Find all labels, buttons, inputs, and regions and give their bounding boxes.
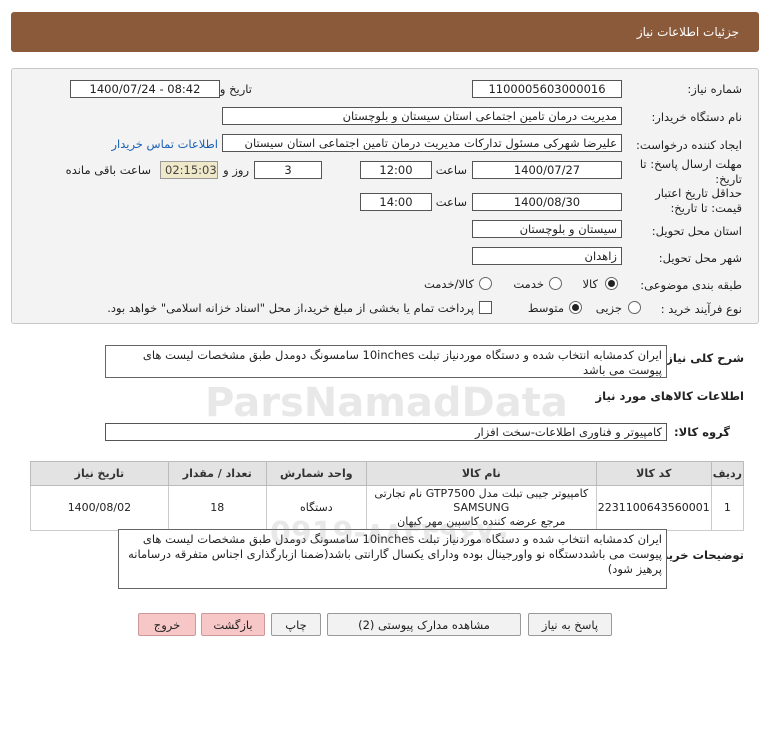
city-label: شهر محل تحویل:: [658, 251, 742, 265]
process-option-medium: متوسط: [527, 301, 564, 315]
process-option-minor: جزیی: [595, 301, 622, 315]
goods-section-title: اطلاعات کالاهای مورد نیاز: [595, 389, 744, 403]
days-label: روز و: [223, 163, 249, 177]
category-option-goods-service: کالا/خدمت: [423, 277, 474, 291]
back-button[interactable]: بازگشت: [201, 613, 265, 636]
col-code: کد کالا: [595, 461, 712, 486]
table-row: 1 2231100643560001 کامپیوتر جیبی تبلت مد…: [30, 485, 745, 531]
category-radio-goods[interactable]: [605, 277, 618, 290]
creator-label: ایجاد کننده درخواست:: [636, 138, 742, 152]
page-title: جزئیات اطلاعات نیاز: [636, 25, 739, 39]
validity-time-label: ساعت: [435, 195, 467, 209]
reply-deadline-label: مهلت ارسال پاسخ: تا تاریخ:: [639, 157, 742, 186]
buyer-label: نام دستگاه خریدار:: [651, 110, 742, 124]
validity-date-field: 1400/08/30: [472, 193, 622, 211]
category-radio-goods-service[interactable]: [479, 277, 492, 290]
category-option-goods: کالا: [582, 277, 598, 291]
cell-code: 2231100643560001: [595, 485, 712, 531]
col-name: نام کالا: [365, 461, 597, 486]
view-attachments-button[interactable]: مشاهده مدارک پیوستی (2): [327, 613, 521, 636]
city-field: زاهدان: [472, 247, 622, 265]
remaining-time-field: 02:15:03: [160, 161, 218, 179]
remaining-time-label: ساعت باقی مانده: [65, 163, 151, 177]
validity-time-field: 14:00: [360, 193, 432, 211]
buyer-field: مدیریت درمان تامین اجتماعی استان سیستان …: [222, 107, 622, 125]
col-date: تاریخ نیاز: [30, 461, 169, 486]
days-remaining-field: 3: [254, 161, 322, 179]
page-header: جزئیات اطلاعات نیاز: [11, 12, 759, 52]
category-label: طبقه بندی موضوعی:: [640, 278, 742, 292]
process-radio-medium[interactable]: [569, 301, 582, 314]
cell-name-line1: کامپیوتر جیبی تبلت مدل GTP7500 نام تجارت…: [374, 487, 589, 514]
cell-qty: 18: [167, 485, 267, 531]
category-option-service: خدمت: [513, 277, 544, 291]
province-field: سیستان و بلوچستان: [472, 220, 622, 238]
goods-group-field: کامپیوتر و فناوری اطلاعات-سخت افزار: [105, 423, 667, 441]
cell-name-line2: مرجع عرضه کننده کاسپین مهر کیهان: [397, 515, 566, 528]
cell-name: کامپیوتر جیبی تبلت مدل GTP7500 نام تجارت…: [365, 485, 597, 531]
reply-time-label: ساعت: [435, 163, 467, 177]
watermark-brand: ParsNamadData: [205, 380, 568, 426]
validity-label: حداقل تاریخ اعتبار قیمت: تا تاریخ:: [655, 186, 742, 215]
goods-group-label: گروه کالا:: [674, 425, 730, 439]
need-number-label: شماره نیاز:: [687, 82, 742, 96]
reply-button[interactable]: پاسخ به نیاز: [528, 613, 612, 636]
col-qty: تعداد / مقدار: [167, 461, 267, 486]
table-header-row: ردیف کد کالا نام کالا واحد شمارش تعداد /…: [30, 461, 745, 486]
cell-unit: دستگاه: [265, 485, 367, 531]
buyer-contact-link[interactable]: اطلاعات تماس خریدار: [111, 137, 218, 151]
print-button[interactable]: چاپ: [271, 613, 321, 636]
exit-button[interactable]: خروج: [138, 613, 196, 636]
col-unit: واحد شمارش: [265, 461, 367, 486]
creator-field: علیرضا شهرکی مسئول تدارکات مدیریت درمان …: [222, 134, 622, 152]
province-label: استان محل تحویل:: [651, 224, 742, 238]
cell-index: 1: [710, 485, 745, 531]
summary-label: شرح کلی نیاز:: [661, 351, 744, 365]
announce-field: 1400/07/24 - 08:42: [70, 80, 220, 98]
buyer-notes-text: ایران کدمشابه انتخاب شده و دستگاه موردنی…: [118, 529, 667, 589]
goods-table: ردیف کد کالا نام کالا واحد شمارش تعداد /…: [30, 461, 745, 531]
need-number-field: 1100005603000016: [472, 80, 622, 98]
treasury-payment-note: پرداخت تمام یا بخشی از مبلغ خرید،از محل …: [107, 301, 474, 315]
treasury-payment-checkbox[interactable]: [479, 301, 492, 314]
process-label: نوع فرآیند خرید :: [660, 302, 742, 316]
summary-text: ایران کدمشابه انتخاب شده و دستگاه موردنی…: [105, 345, 667, 378]
cell-date: 1400/08/02: [30, 485, 169, 531]
reply-time-field: 12:00: [360, 161, 432, 179]
col-index: ردیف: [710, 461, 745, 486]
category-radio-service[interactable]: [549, 277, 562, 290]
reply-date-field: 1400/07/27: [472, 161, 622, 179]
process-radio-minor[interactable]: [628, 301, 641, 314]
